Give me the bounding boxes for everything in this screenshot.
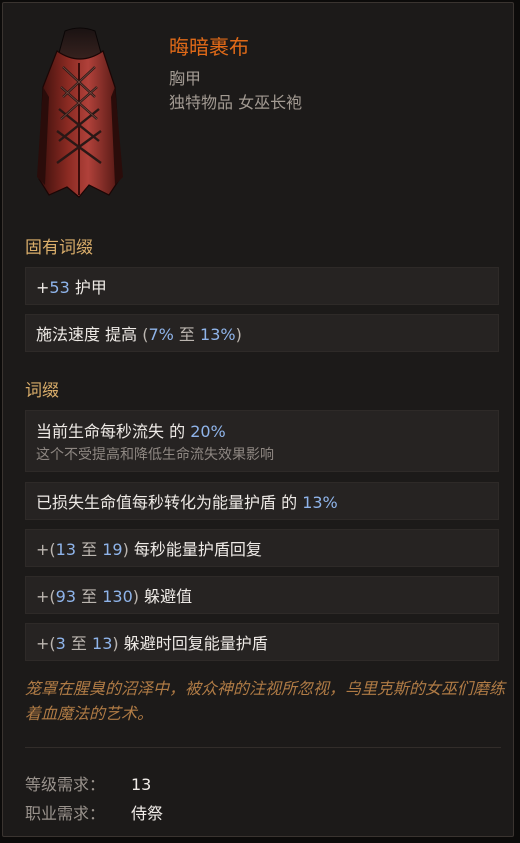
explicit-row-evasion: +(93 至 130) 躲避值 [25, 576, 499, 614]
affix-text: +(93 至 130) 躲避值 [36, 587, 193, 606]
item-name: 晦暗裹布 [169, 35, 249, 59]
divider [25, 747, 501, 748]
implicit-row-cast-speed: 施法速度 提高 (7% 至 13%) [25, 314, 499, 352]
level-requirement-value: 13 [131, 775, 152, 794]
item-rarity: 独特物品 女巫长袍 [169, 93, 303, 112]
implicit-section-title: 固有词缀 [25, 238, 93, 258]
affix-text: +(3 至 13) 躲避时回复能量护盾 [36, 634, 268, 653]
class-requirement-value: 侍祭 [131, 804, 164, 823]
affix-text: +(13 至 19) 每秒能量护盾回复 [36, 540, 262, 559]
affix-text: 已损失生命值每秒转化为能量护盾 的 13% [36, 493, 338, 512]
level-requirement-label: 等级需求： [25, 775, 106, 794]
item-type: 胸甲 [169, 69, 202, 88]
level-requirement: 等级需求： 13 [25, 771, 151, 795]
explicit-section-title: 词缀 [25, 381, 59, 401]
explicit-row-es-conversion: 已损失生命值每秒转化为能量护盾 的 13% [25, 482, 499, 520]
item-header: 晦暗裹布 胸甲 独特物品 女巫长袍 [3, 3, 513, 221]
explicit-row-es-regen: +(13 至 19) 每秒能量护盾回复 [25, 529, 499, 567]
flavor-text: 笼罩在腥臭的沼泽中，被众神的注视所忽视，乌里克斯的女巫们磨练着血魔法的艺术。 [25, 679, 506, 723]
affix-note: 这个不受提高和降低生命流失效果影响 [36, 447, 274, 463]
implicit-row-armour: +53 护甲 [25, 267, 499, 305]
affix-text: +53 护甲 [36, 278, 107, 297]
class-requirement: 职业需求： 侍祭 [25, 800, 163, 824]
robe-icon [37, 27, 123, 198]
affix-text: 施法速度 提高 (7% 至 13%) [36, 325, 242, 344]
explicit-row-life-loss: 当前生命每秒流失 的 20% 这个不受提高和降低生命流失效果影响 [25, 410, 499, 472]
class-requirement-label: 职业需求： [25, 804, 106, 823]
affix-text: 当前生命每秒流失 的 20% [36, 422, 226, 441]
item-tooltip: 晦暗裹布 胸甲 独特物品 女巫长袍 固有词缀 +53 护甲 施法速度 提高 (7… [2, 2, 514, 837]
explicit-row-es-on-evade: +(3 至 13) 躲避时回复能量护盾 [25, 623, 499, 661]
